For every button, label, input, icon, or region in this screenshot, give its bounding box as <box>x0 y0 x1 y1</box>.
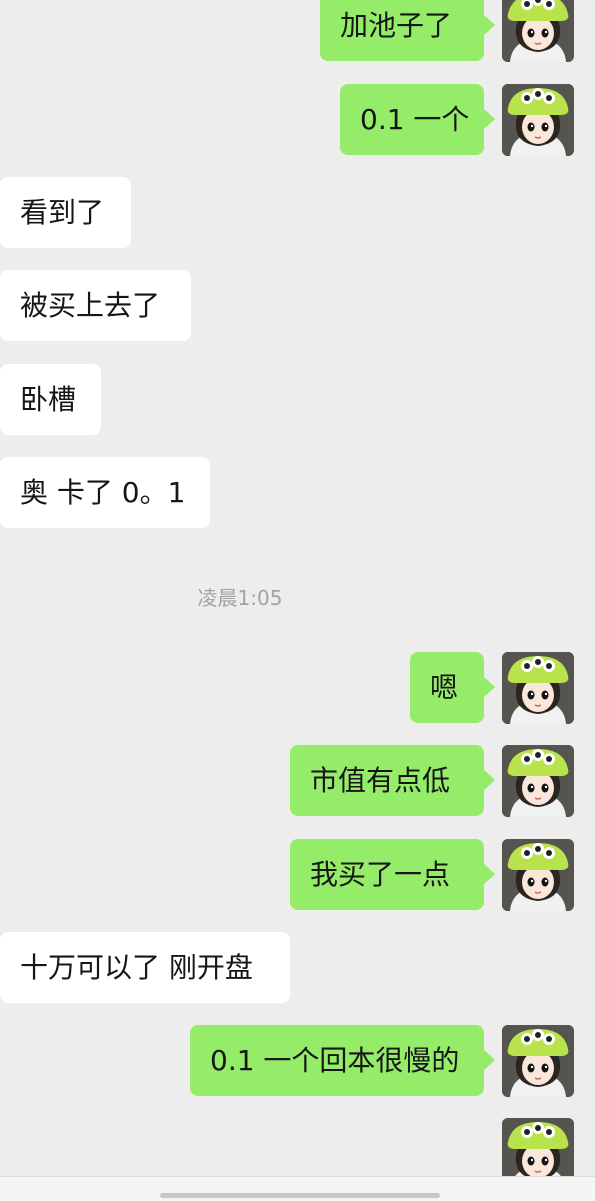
message-bubble-received[interactable]: 被买上去了 <box>0 270 191 341</box>
message-bubble-sent[interactable]: 我买了一点 <box>290 839 495 910</box>
message-bubble-sent[interactable]: 嗯 <box>410 652 495 723</box>
alien-hat-girl-avatar-icon <box>502 839 574 911</box>
avatar-icon[interactable] <box>502 84 574 156</box>
alien-hat-girl-avatar-icon <box>502 84 574 156</box>
avatar-icon[interactable] <box>502 839 574 911</box>
message-bubble-sent[interactable]: 0.1 一个 <box>340 84 495 155</box>
alien-hat-girl-avatar-icon <box>502 745 574 817</box>
message-bubble-received[interactable]: 卧槽 <box>0 364 101 435</box>
chat-conversation[interactable]: 加池子了 0.1 一个 看到了 被买上去了 卧槽 奥 卡了 0。1 凌晨1:05… <box>0 0 595 1201</box>
avatar-icon[interactable] <box>502 1025 574 1097</box>
avatar-icon[interactable] <box>502 652 574 724</box>
message-bubble-sent[interactable]: 0.1 一个回本很慢的 <box>190 1025 495 1096</box>
message-bubble-received[interactable]: 十万可以了 刚开盘 <box>0 932 290 1003</box>
alien-hat-girl-avatar-icon <box>502 652 574 724</box>
message-bubble-sent[interactable]: 加池子了 <box>320 0 495 61</box>
alien-hat-girl-avatar-icon <box>502 1025 574 1097</box>
message-bubble-received[interactable]: 奥 卡了 0。1 <box>0 457 210 528</box>
message-timestamp: 凌晨1:05 <box>197 586 283 610</box>
home-indicator[interactable] <box>160 1193 440 1198</box>
message-bubble-received[interactable]: 看到了 <box>0 177 131 248</box>
alien-hat-girl-avatar-icon <box>502 0 574 62</box>
avatar-icon[interactable] <box>502 0 574 62</box>
message-bubble-sent[interactable]: 市值有点低 <box>290 745 495 816</box>
bottom-bar <box>0 1176 595 1201</box>
avatar-icon[interactable] <box>502 745 574 817</box>
